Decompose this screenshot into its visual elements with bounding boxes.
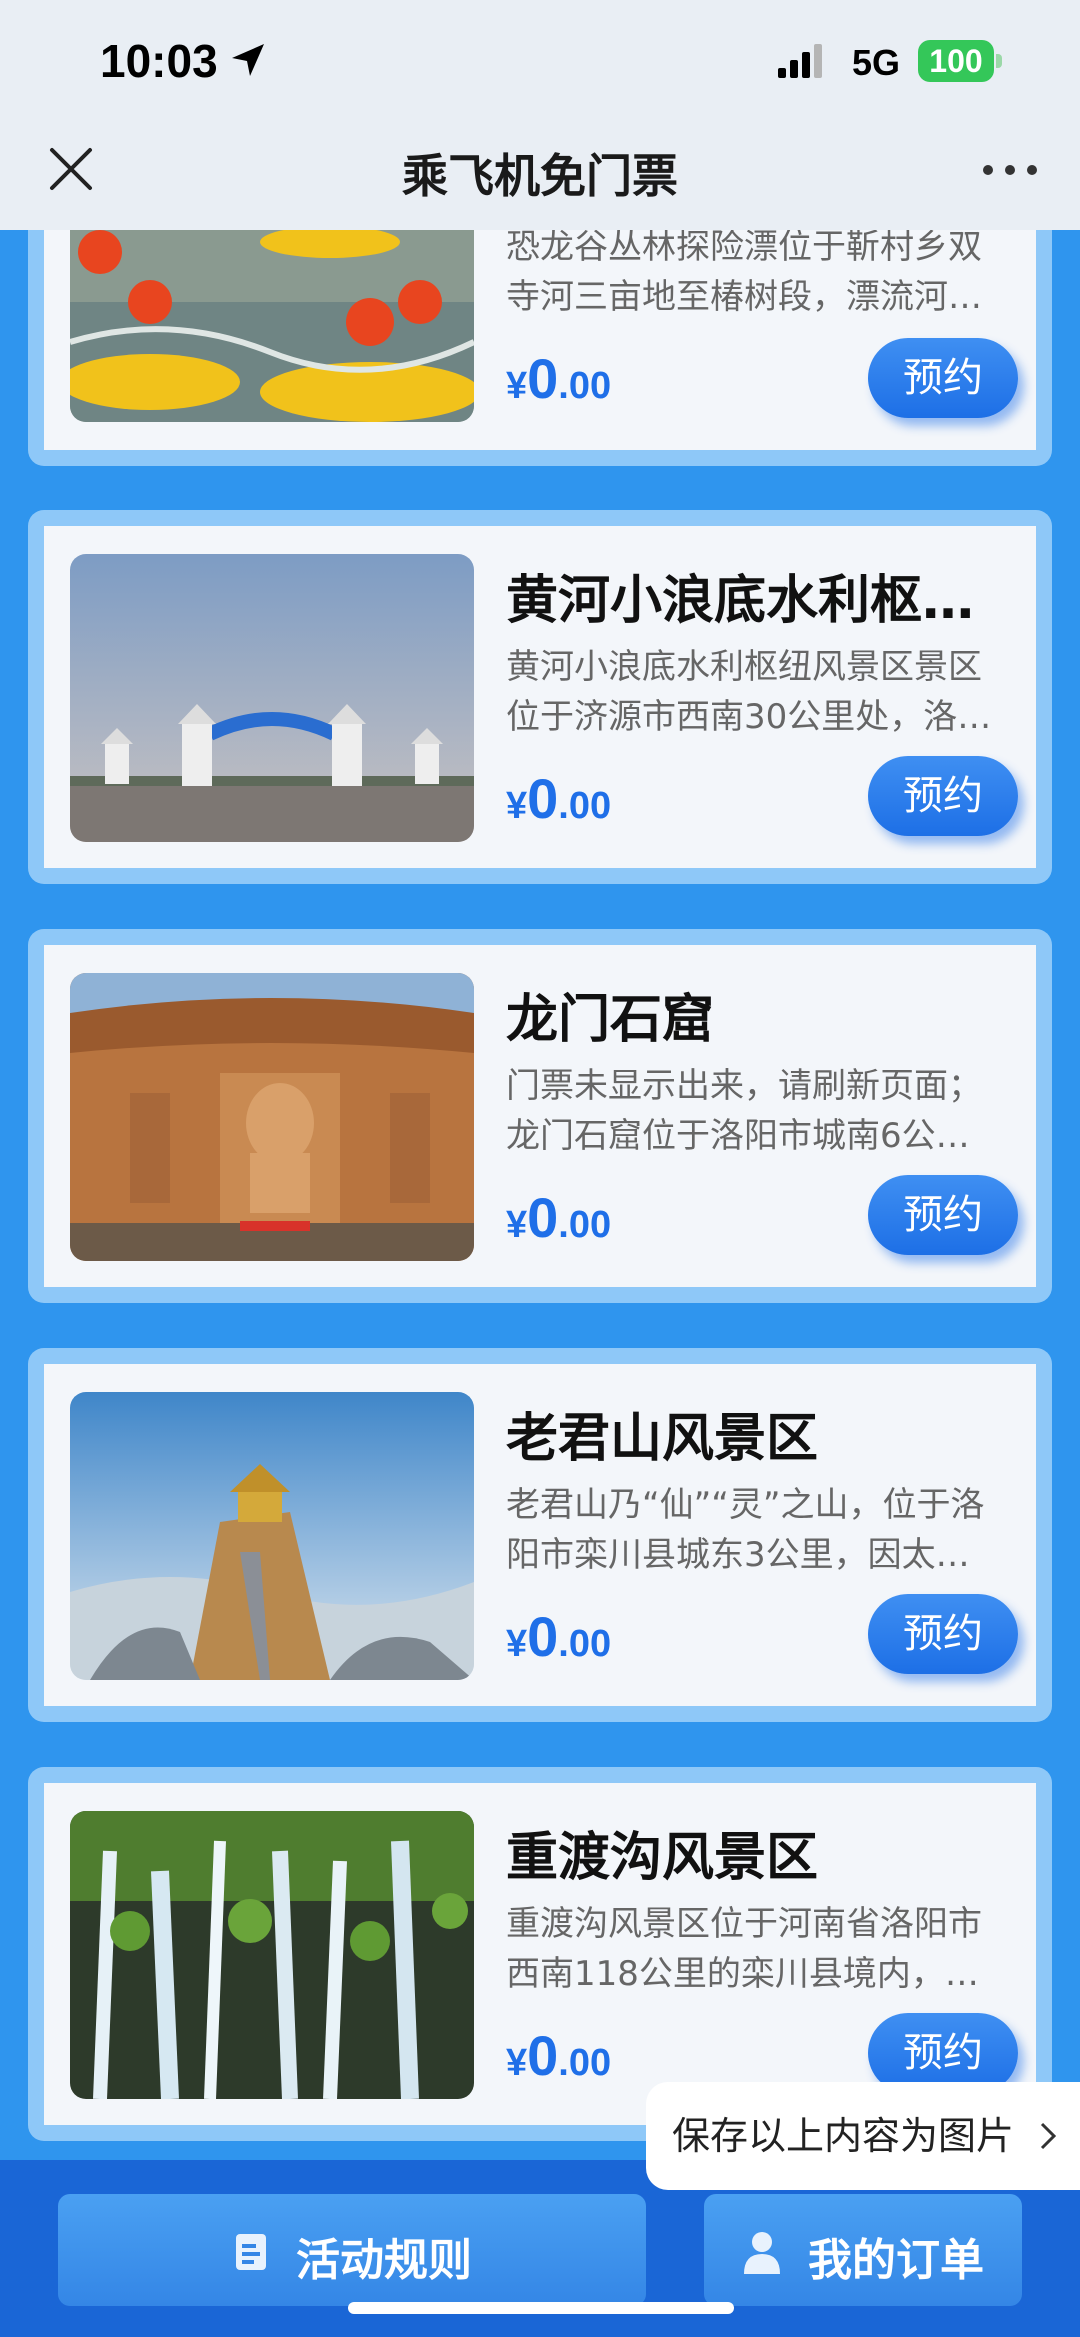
card-description-line: 老君山乃“仙”“灵”之山，位于洛 bbox=[506, 1485, 985, 1525]
book-button[interactable]: 预约 bbox=[868, 338, 1018, 418]
user-icon bbox=[744, 2232, 780, 2274]
card-description: 门票未显示出来，请刷新页面； 龙门石窟位于洛阳市城南6公… bbox=[506, 1061, 1026, 1161]
attraction-card: 老君山风景区 老君山乃“仙”“灵”之山，位于洛 阳市栾川县城东3公里，因太… ¥… bbox=[28, 1348, 1052, 1722]
card-price: ¥0.00 bbox=[506, 2023, 611, 2088]
battery-tip bbox=[996, 54, 1002, 68]
activity-rules-label: 活动规则 bbox=[296, 2235, 472, 2286]
price-decimal: .00 bbox=[558, 1623, 612, 1665]
my-orders-button[interactable]: 我的订单 bbox=[704, 2194, 1022, 2306]
book-button[interactable]: 预约 bbox=[868, 2013, 1018, 2093]
card-price: ¥0.00 bbox=[506, 766, 611, 831]
price-integer: 0 bbox=[527, 767, 559, 830]
card-description-line: 黄河小浪底水利枢纽风景区景区 bbox=[506, 647, 982, 687]
book-button[interactable]: 预约 bbox=[868, 1175, 1018, 1255]
attraction-card: 黄河小浪底水利枢… 黄河小浪底水利枢纽风景区景区 位于济源市西南30公里处，洛…… bbox=[28, 510, 1052, 884]
card-description-line: 阳市栾川县城东3公里，因太… bbox=[506, 1535, 970, 1575]
price-integer: 0 bbox=[527, 2024, 559, 2087]
chevron-right-icon bbox=[1040, 2122, 1057, 2150]
more-icon[interactable] bbox=[980, 160, 1040, 180]
battery-indicator: 100 bbox=[918, 40, 994, 82]
my-orders-label: 我的订单 bbox=[808, 2235, 984, 2286]
card-title: 老君山风景区 bbox=[506, 1409, 819, 1469]
card-description: 老君山乃“仙”“灵”之山，位于洛 阳市栾川县城东3公里，因太… bbox=[506, 1480, 1026, 1580]
card-title: 龙门石窟 bbox=[506, 990, 715, 1050]
price-integer: 0 bbox=[527, 1186, 559, 1249]
card-description: 黄河小浪底水利枢纽风景区景区 位于济源市西南30公里处，洛… bbox=[506, 642, 1026, 742]
attraction-thumbnail[interactable] bbox=[70, 554, 474, 842]
price-decimal: .00 bbox=[558, 2042, 612, 2084]
card-description-line: 门票未显示出来，请刷新页面； bbox=[506, 1066, 982, 1106]
location-arrow-icon bbox=[232, 44, 264, 76]
currency-symbol: ¥ bbox=[506, 785, 528, 827]
price-integer: 0 bbox=[527, 1605, 559, 1668]
card-description-line: 位于济源市西南30公里处，洛… bbox=[506, 697, 992, 737]
card-price: ¥0.00 bbox=[506, 1185, 611, 1250]
activity-rules-button[interactable]: 活动规则 bbox=[58, 2194, 646, 2306]
currency-symbol: ¥ bbox=[506, 2042, 528, 2084]
card-description: 恐龙谷丛林探险漂位于靳村乡双 寺河三亩地至椿树段，漂流河… bbox=[506, 222, 1026, 322]
save-as-image-tip[interactable]: 保存以上内容为图片 bbox=[646, 2082, 1080, 2190]
signal-icon bbox=[778, 44, 822, 78]
currency-symbol: ¥ bbox=[506, 1623, 528, 1665]
card-description-line: 重渡沟风景区位于河南省洛阳市 bbox=[506, 1904, 982, 1944]
currency-symbol: ¥ bbox=[506, 365, 528, 407]
attraction-thumbnail[interactable] bbox=[70, 973, 474, 1261]
card-title: 黄河小浪底水利枢… bbox=[506, 571, 975, 631]
document-icon bbox=[236, 2234, 266, 2270]
card-price: ¥0.00 bbox=[506, 346, 611, 411]
card-description-line: 龙门石窟位于洛阳市城南6公… bbox=[506, 1116, 970, 1156]
price-decimal: .00 bbox=[558, 365, 612, 407]
save-as-image-label: 保存以上内容为图片 bbox=[672, 2114, 1015, 2158]
attraction-thumbnail[interactable] bbox=[70, 1392, 474, 1680]
price-integer: 0 bbox=[527, 347, 559, 410]
attraction-thumbnail[interactable] bbox=[70, 1811, 474, 2099]
card-description: 重渡沟风景区位于河南省洛阳市 西南118公里的栾川县境内，… bbox=[506, 1899, 1026, 1999]
book-button[interactable]: 预约 bbox=[868, 1594, 1018, 1674]
status-time: 10:03 bbox=[100, 35, 218, 87]
card-description-line: 寺河三亩地至椿树段，漂流河… bbox=[506, 277, 982, 317]
book-button[interactable]: 预约 bbox=[868, 756, 1018, 836]
price-decimal: .00 bbox=[558, 785, 612, 827]
card-price: ¥0.00 bbox=[506, 1604, 611, 1669]
attraction-card: 龙门石窟 门票未显示出来，请刷新页面； 龙门石窟位于洛阳市城南6公… ¥0.00… bbox=[28, 929, 1052, 1303]
card-description-line: 西南118公里的栾川县境内，… bbox=[506, 1954, 979, 1994]
card-title: 重渡沟风景区 bbox=[506, 1828, 819, 1888]
page-title: 乘飞机免门票 bbox=[402, 149, 678, 203]
currency-symbol: ¥ bbox=[506, 1204, 528, 1246]
network-label: 5G bbox=[852, 42, 901, 83]
home-indicator bbox=[348, 2302, 734, 2314]
price-decimal: .00 bbox=[558, 1204, 612, 1246]
top-bar: 10:03 5G 100 乘飞机免门票 bbox=[0, 0, 1080, 230]
